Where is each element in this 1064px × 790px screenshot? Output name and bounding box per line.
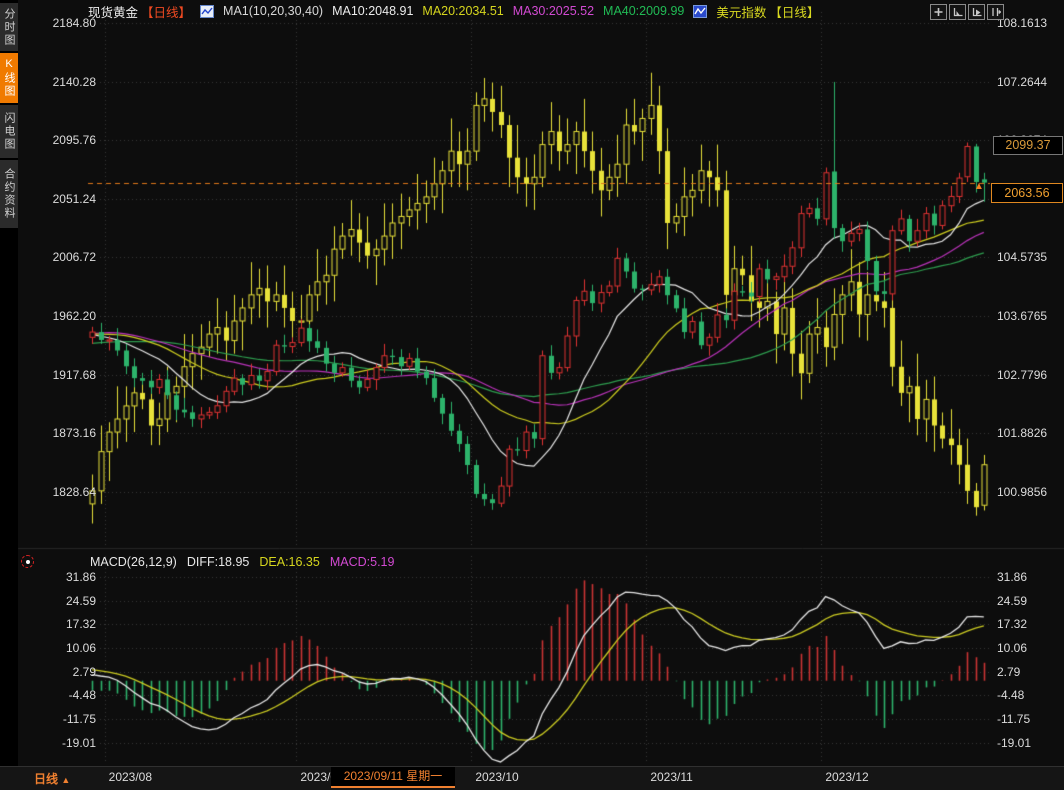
macd-right-tick: 31.86 xyxy=(997,570,1027,584)
right-axis-tick: 108.1613 xyxy=(997,16,1047,30)
sidebar-tab-4[interactable]: 合约资料 xyxy=(0,160,18,228)
date-label: 2023/11 xyxy=(650,770,693,784)
macd-right-tick: -19.01 xyxy=(997,736,1031,750)
kline-chart-canvas[interactable] xyxy=(0,0,1064,790)
period-selector[interactable]: 日线 ▲ xyxy=(34,770,70,787)
high-price-badge: 2099.37 xyxy=(993,136,1063,155)
left-axis-tick: 2006.72 xyxy=(28,250,96,264)
symbol-period: 【日线】 xyxy=(141,2,191,21)
overlay-chart-icon[interactable] xyxy=(693,5,707,18)
macd-header: MACD(26,12,9) DIFF:18.95 DEA:16.35 MACD:… xyxy=(90,555,394,569)
sidebar-tab-2[interactable]: K线图 xyxy=(0,53,18,103)
macd-left-tick: 10.06 xyxy=(28,641,96,655)
sidebar: 分时图 K线图闪电图合约资料 xyxy=(0,0,18,766)
date-label: 2023/10 xyxy=(475,770,518,784)
chart-header: 现货黄金 【日线】 MA1(10,20,30,40) MA10:2048.91 … xyxy=(88,3,819,19)
symbol-name: 现货黄金 xyxy=(88,2,138,21)
left-axis-tick: 1962.20 xyxy=(28,309,96,323)
left-axis-tick: 1828.64 xyxy=(28,485,96,499)
macd-left-tick: -11.75 xyxy=(28,712,96,726)
axis-shift-right-icon[interactable] xyxy=(987,4,1004,20)
date-label: 2023/12 xyxy=(825,770,868,784)
left-axis-tick: 2095.76 xyxy=(28,133,96,147)
axis-play-icon[interactable] xyxy=(968,4,985,20)
overlay-symbol-name: 美元指数 xyxy=(716,2,766,21)
ma-settings-label: MA1(10,20,30,40) xyxy=(223,4,323,18)
macd-diff-value: DIFF:18.95 xyxy=(187,555,250,569)
right-axis-tick: 100.9856 xyxy=(997,485,1047,499)
sidebar-tab-3[interactable]: 闪电图 xyxy=(0,105,18,158)
left-axis-tick: 2140.28 xyxy=(28,75,96,89)
ma30-value: MA30:2025.52 xyxy=(513,4,594,18)
alert-sun-icon[interactable] xyxy=(21,555,34,568)
ma20-value: MA20:2034.51 xyxy=(422,4,503,18)
move-tool-icon[interactable] xyxy=(930,4,947,20)
macd-left-tick: -4.48 xyxy=(28,688,96,702)
last-price-badge: 2063.56 xyxy=(991,183,1063,203)
right-axis-tick: 101.8826 xyxy=(997,426,1047,440)
period-label: 日线 xyxy=(34,772,58,786)
macd-title: MACD(26,12,9) xyxy=(90,555,177,569)
ma40-value: MA40:2009.99 xyxy=(603,4,684,18)
sidebar-tab-1[interactable]: 分时图 xyxy=(0,3,18,51)
macd-right-tick: 10.06 xyxy=(997,641,1027,655)
right-axis-tick: 103.6765 xyxy=(997,309,1047,323)
left-axis-tick: 1917.68 xyxy=(28,368,96,382)
crosshair-date-badge: 2023/09/11 星期一 xyxy=(331,767,455,788)
macd-right-tick: 24.59 xyxy=(997,594,1027,608)
macd-left-tick: 24.59 xyxy=(28,594,96,608)
macd-right-tick: 2.79 xyxy=(997,665,1020,679)
macd-left-tick: 17.32 xyxy=(28,617,96,631)
macd-left-tick: -19.01 xyxy=(28,736,96,750)
macd-right-tick: -4.48 xyxy=(997,688,1024,702)
macd-right-tick: 17.32 xyxy=(997,617,1027,631)
macd-left-tick: 2.79 xyxy=(28,665,96,679)
left-axis-tick: 1873.16 xyxy=(28,426,96,440)
macd-right-tick: -11.75 xyxy=(997,712,1030,726)
right-axis-tick: 104.5735 xyxy=(997,250,1047,264)
right-axis-tick: 107.2644 xyxy=(997,75,1047,89)
right-axis-tick: 102.7796 xyxy=(997,368,1047,382)
price-up-arrow-icon: ▲ xyxy=(974,181,984,192)
macd-dea-value: DEA:16.35 xyxy=(259,555,319,569)
line-chart-icon[interactable] xyxy=(200,5,214,18)
axis-scale-left-icon[interactable] xyxy=(949,4,966,20)
macd-hist-value: MACD:5.19 xyxy=(330,555,395,569)
trading-app-window: 分时图 K线图闪电图合约资料 现货黄金 【日线】 MA1(10,20,30,40)… xyxy=(0,0,1064,790)
macd-left-tick: 31.86 xyxy=(28,570,96,584)
date-label: 2023/08 xyxy=(109,770,152,784)
ma10-value: MA10:2048.91 xyxy=(332,4,413,18)
period-dropdown-arrow-icon: ▲ xyxy=(61,775,70,785)
overlay-symbol-period: 【日线】 xyxy=(769,2,819,21)
left-axis-tick: 2051.24 xyxy=(28,192,96,206)
chart-toolbar xyxy=(930,4,1004,20)
left-axis-tick: 2184.80 xyxy=(28,16,96,30)
